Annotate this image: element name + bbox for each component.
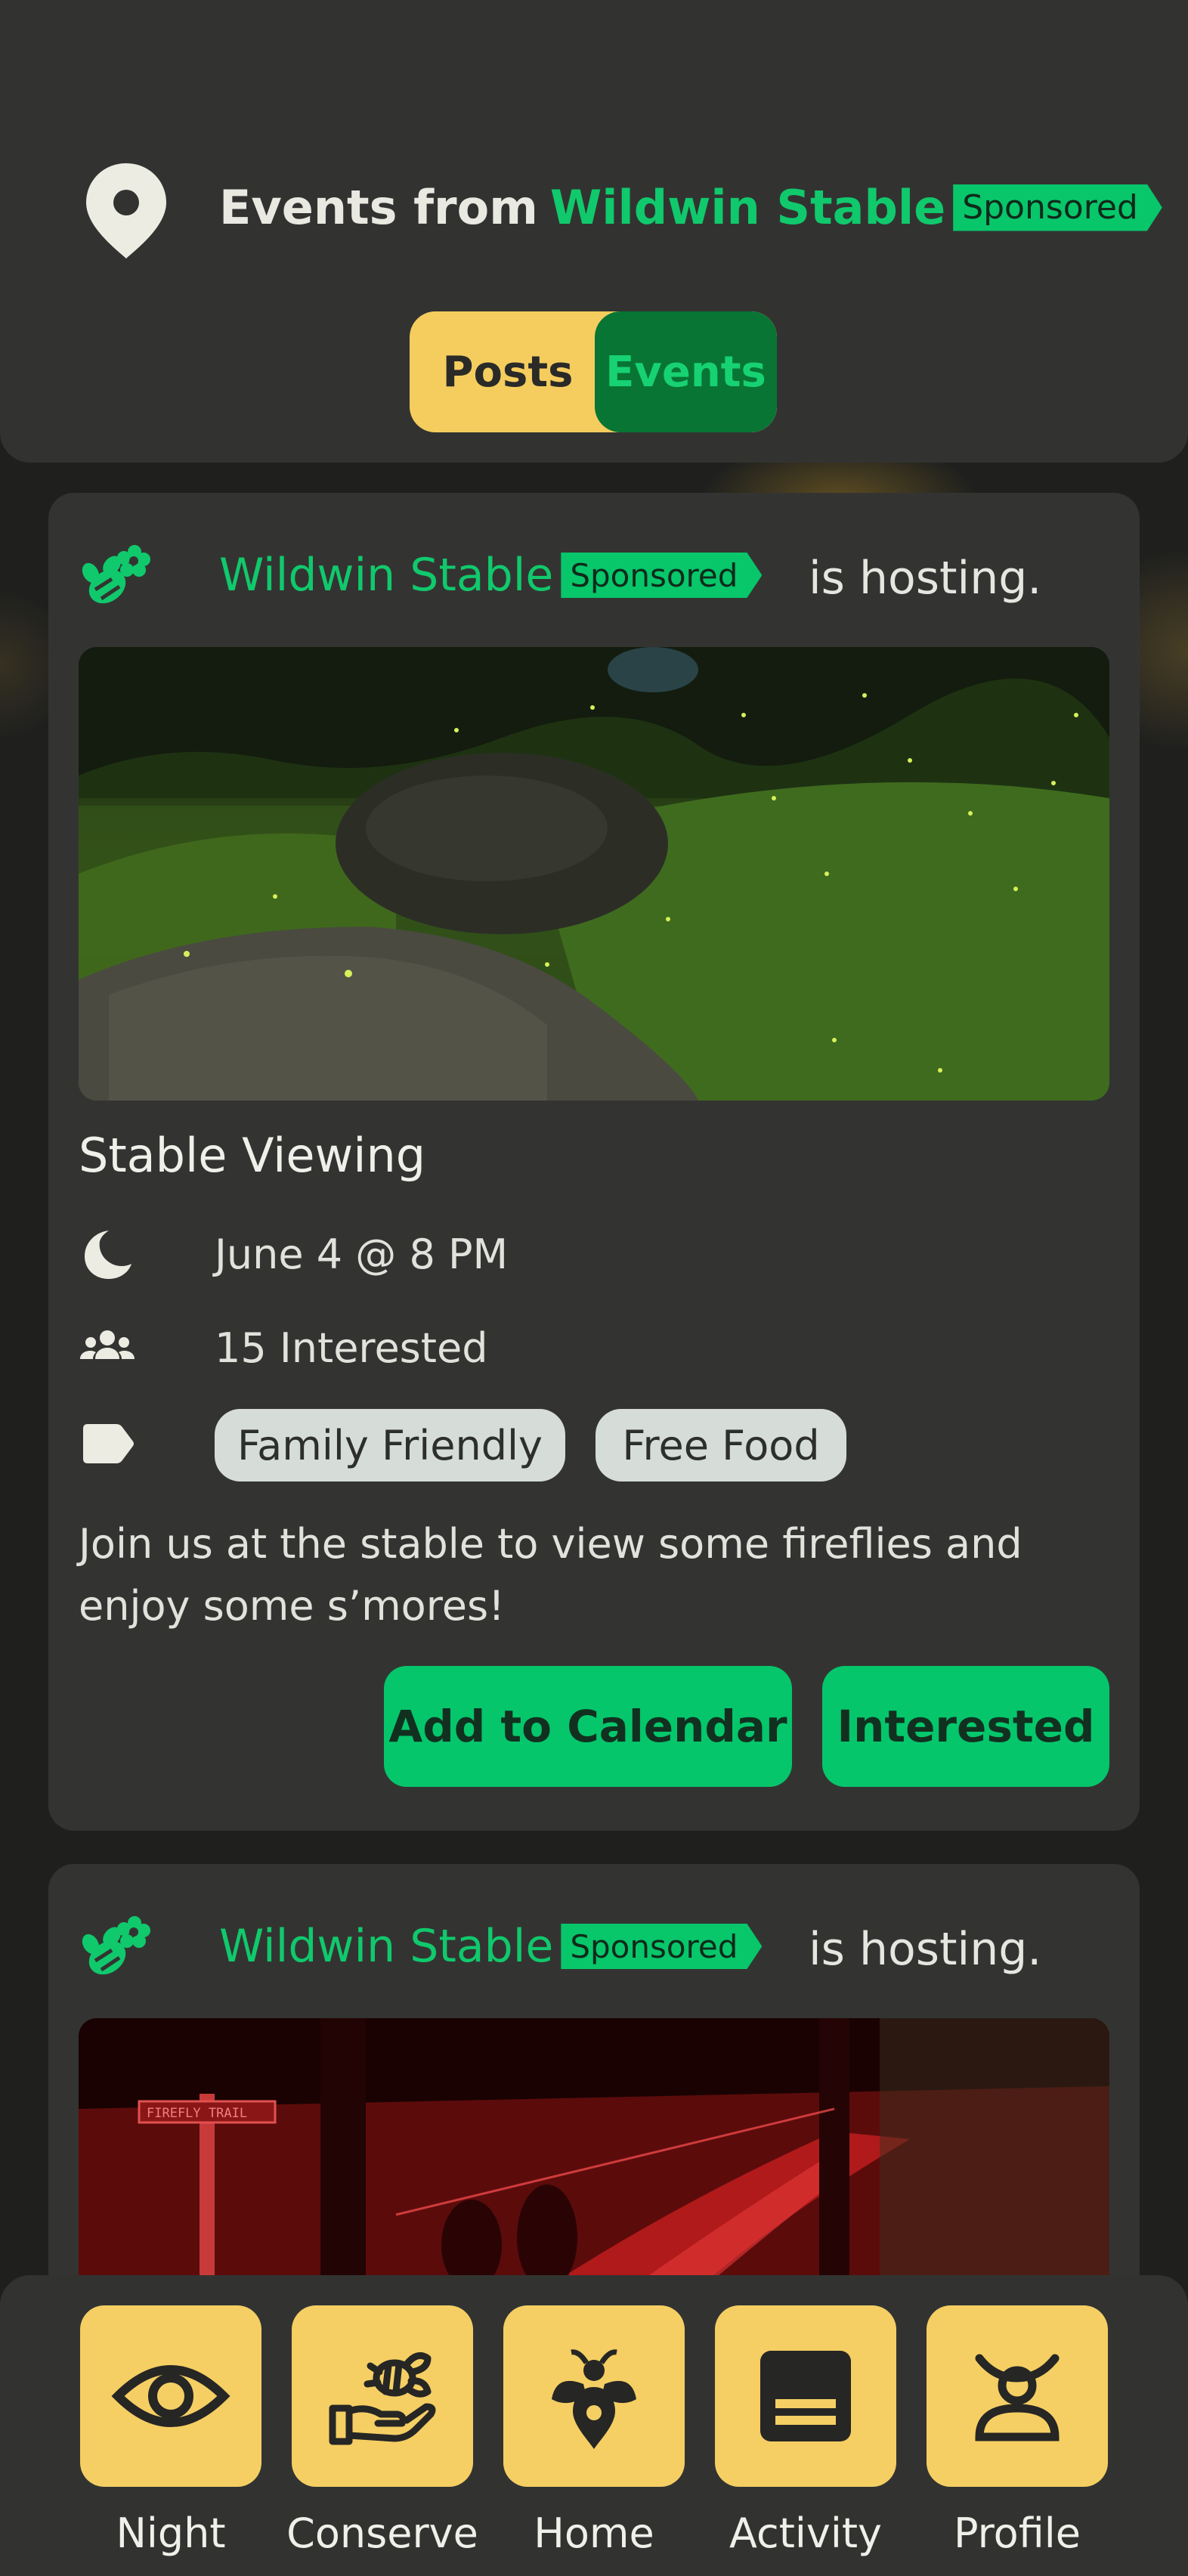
nav-label-activity: Activity — [729, 2509, 882, 2557]
fireflies-meadow-image — [79, 647, 1109, 1101]
location-pin-icon — [86, 163, 166, 259]
sponsored-badge: Sponsored — [561, 1924, 762, 1969]
sponsored-badge: Sponsored — [561, 553, 762, 598]
nav-item-profile[interactable]: Profile — [927, 2305, 1108, 2562]
bottom-navigation: Night Conserve Home Activity Profile — [0, 2275, 1188, 2576]
people-icon — [80, 1330, 135, 1359]
interested-count-row: 15 Interested — [79, 1317, 1106, 1377]
host-row: Wildwin Stable Sponsored is hosting. — [82, 538, 1109, 614]
nav-label-conserve: Conserve — [286, 2509, 478, 2557]
firefly-pin-icon — [552, 2349, 636, 2449]
event-card: Wildwin Stable Sponsored is hosting. Sta… — [48, 493, 1140, 1831]
nav-item-home[interactable]: Home — [503, 2305, 685, 2562]
nav-button-activity[interactable] — [715, 2305, 896, 2487]
header-title-brand[interactable]: Wildwin Stable — [550, 180, 945, 235]
tag-family-friendly[interactable]: Family Friendly — [215, 1409, 565, 1482]
add-to-calendar-button[interactable]: Add to Calendar — [384, 1666, 792, 1787]
tag-free-food[interactable]: Free Food — [596, 1409, 846, 1482]
nav-item-conserve[interactable]: Conserve — [286, 2305, 478, 2562]
posts-events-toggle: Posts Events — [410, 311, 777, 432]
tab-posts[interactable]: Posts — [410, 311, 606, 432]
nav-button-profile[interactable] — [927, 2305, 1108, 2487]
nav-button-home[interactable] — [503, 2305, 685, 2487]
nav-label-home: Home — [534, 2509, 654, 2557]
event-description: Join us at the stable to view some firef… — [79, 1520, 1022, 1630]
hand-bee-icon — [329, 2352, 436, 2445]
events-header: Events from Wildwin Stable Sponsored Pos… — [0, 0, 1188, 463]
host-name[interactable]: Wildwin Stable Sponsored — [219, 549, 762, 602]
profile-icon — [975, 2354, 1060, 2441]
nav-label-night: Night — [116, 2509, 226, 2557]
interested-button[interactable]: Interested — [822, 1666, 1109, 1787]
eye-icon — [111, 2365, 230, 2427]
event-date-row: June 4 @ 8 PM — [79, 1223, 1106, 1283]
tags-row: Family Friendly Free Food — [79, 1409, 1106, 1485]
list-icon — [760, 2351, 851, 2441]
firefly-flower-icon[interactable] — [82, 1911, 154, 1983]
sponsored-badge: Sponsored — [953, 184, 1162, 231]
tag-icon — [83, 1424, 134, 1463]
host-name-text: Wildwin Stable — [219, 1920, 554, 1973]
nav-label-profile: Profile — [954, 2509, 1081, 2557]
moon-icon — [85, 1231, 131, 1279]
nav-button-conserve[interactable] — [292, 2305, 473, 2487]
header-title-prefix: Events from — [219, 180, 538, 235]
nav-button-night[interactable] — [80, 2305, 261, 2487]
event-date: June 4 @ 8 PM — [215, 1231, 509, 1278]
hosting-text: is hosting. — [809, 1923, 1042, 1976]
interested-count: 15 Interested — [215, 1324, 488, 1372]
host-name-text: Wildwin Stable — [219, 549, 554, 602]
trail-sign-text: FIREFLY TRAIL — [147, 2106, 247, 2121]
tab-events[interactable]: Events — [595, 311, 777, 432]
header-title: Events from Wildwin Stable Sponsored — [219, 180, 1162, 235]
nav-item-night[interactable]: Night — [80, 2305, 261, 2562]
event-image-fireflies-meadow[interactable] — [79, 647, 1109, 1101]
nav-item-activity[interactable]: Activity — [715, 2305, 896, 2562]
event-title: Stable Viewing — [79, 1128, 426, 1183]
host-row: Wildwin Stable Sponsored is hosting. — [82, 1909, 1109, 1985]
hosting-text: is hosting. — [809, 552, 1042, 605]
firefly-flower-icon[interactable] — [82, 540, 154, 612]
host-name[interactable]: Wildwin Stable Sponsored — [219, 1920, 762, 1973]
